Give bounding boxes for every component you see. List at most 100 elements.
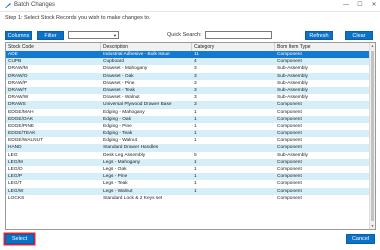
cell-stock-code: DRAW/O (8, 73, 28, 79)
chevron-down-icon: ▼ (113, 33, 117, 38)
cell-stock-code: DRAWS (8, 102, 26, 108)
table-row[interactable]: LEG Desk Leg Assembly 5 Sub-Assembly (6, 152, 371, 159)
window-title: Batch Changes (14, 2, 56, 8)
maximize-button[interactable]: ☐ (356, 1, 364, 10)
table-row[interactable]: DRAW/P Drawset - Pine 3 Sub-Assembly (6, 80, 371, 87)
table-row[interactable]: LEG/M Legs - Mahogany 1 Component (6, 158, 371, 166)
cell-stock-code: LEG/T (8, 181, 22, 187)
table-row[interactable]: EDGE/WALNUT Edging - Walnut 1 Component (6, 137, 371, 144)
cell-bom-item-type: Component (277, 167, 302, 172)
filter-button[interactable]: Filter (37, 31, 64, 40)
table-row[interactable]: CUPB Cupboard 4 Component (6, 58, 371, 66)
cell-stock-code: DRAW/M (8, 66, 28, 72)
table-row[interactable]: EDGE/TEAK Edging - Teak 1 Component (6, 130, 371, 138)
cell-category: 3 (194, 102, 197, 108)
table-row[interactable]: DRAW/O Drawset - Oak 3 Sub-Assembly (6, 72, 371, 80)
cell-description: Cupboard (103, 59, 125, 65)
scroll-up-icon[interactable]: ▲ (370, 44, 375, 48)
header-description[interactable]: Description (101, 43, 192, 51)
cancel-button[interactable]: Cancel (346, 234, 375, 244)
cell-bom-item-type: Sub-Assembly (277, 152, 308, 158)
cell-stock-code: HAND (8, 145, 22, 151)
select-button[interactable]: Select (5, 234, 34, 244)
minimize-button[interactable]: — (342, 1, 350, 10)
cell-bom-item-type: Component (277, 159, 302, 165)
stock-grid[interactable]: Stock Code Description Category Bom Item… (5, 42, 376, 230)
table-row[interactable]: LEG/W Legs - Walnut 1 Component (6, 187, 371, 195)
cell-description: Universal Plywood Drawer Base (103, 102, 172, 108)
table-row[interactable]: DRAW/M Drawset - Mahogany 3 Sub-Assembly (6, 65, 371, 72)
scroll-down-icon[interactable]: ▼ (370, 224, 375, 228)
table-row[interactable]: DRAWS Universal Plywood Drawer Base 3 Compo… (6, 101, 371, 109)
table-row[interactable]: LEG/O Legs - Oak 1 Component (6, 166, 371, 173)
filter-dropdown[interactable]: ▼ (68, 31, 119, 39)
cell-category: 1 (194, 116, 197, 122)
cell-description: Edging - Pine (103, 123, 132, 129)
cell-description: Drawset - Walnut (103, 95, 140, 101)
cell-category: 1 (194, 181, 197, 187)
cell-bom-item-type: Component (277, 123, 302, 129)
cell-bom-item-type: Component (277, 145, 302, 151)
columns-button[interactable]: Columns (5, 31, 32, 40)
header-stock-code[interactable]: Stock Code (6, 43, 101, 51)
table-row[interactable]: LEG/T Legs - Teak 1 Component (6, 180, 371, 187)
window-controls: — ☐ ✕ (342, 1, 378, 10)
vertical-scrollbar[interactable]: ▲ ▼ (369, 43, 375, 229)
cell-category: 1 (194, 138, 197, 144)
cell-description: Edging - Mahogany (103, 109, 145, 115)
quick-search-input[interactable] (205, 31, 272, 39)
cell-stock-code: LEG (8, 152, 18, 158)
table-row[interactable]: EDGE/MAH Edging - Mahogany 1 Component (6, 109, 371, 116)
cell-description: Standard Lock & 2 Keys set (103, 195, 163, 201)
cell-category: 3 (194, 87, 197, 93)
cell-bom-item-type: Component (277, 116, 302, 122)
cell-stock-code: CUPB (8, 59, 22, 65)
cell-category: 3 (194, 66, 197, 72)
cell-category: 5 (194, 152, 197, 158)
cell-stock-code: EDGE/MAH (8, 109, 34, 115)
cell-description: Legs - Walnut (103, 188, 133, 194)
cell-stock-code: DRAW/T (8, 87, 27, 93)
cell-bom-item-type: Component (277, 188, 302, 194)
table-row[interactable]: HAND Standard Drawer Handles Component (6, 144, 371, 152)
scrollbar-thumb[interactable] (371, 51, 374, 221)
cell-stock-code: LOCKS (8, 195, 25, 201)
table-row[interactable]: DRAW/T Drawset - Teak 3 Sub-Assembly (6, 86, 371, 95)
cell-bom-item-type: Sub-Assembly (277, 73, 308, 79)
cell-stock-code: EDGE/TEAK (8, 131, 36, 137)
cell-bom-item-type: Component (277, 52, 302, 57)
cell-bom-item-type: Component (277, 131, 302, 137)
cell-category: 3 (194, 95, 197, 101)
cell-bom-item-type: Component (277, 109, 302, 115)
cell-stock-code: LEG/O (8, 167, 23, 172)
cell-stock-code: ADE (8, 52, 18, 57)
cell-bom-item-type: Sub-Assembly (277, 95, 308, 101)
header-bom-item-type[interactable]: Bom Item Type (275, 43, 371, 51)
cell-description: Edging - Teak (103, 131, 133, 137)
cell-bom-item-type: Sub-Assembly (277, 80, 308, 86)
table-row[interactable]: EDGE/PINE Edging - Pine 1 Component (6, 123, 371, 130)
refresh-button[interactable]: Refresh (305, 31, 333, 40)
cell-stock-code: DRAW/W (8, 95, 29, 101)
cell-description: Legs - Teak (103, 181, 128, 187)
cell-category: 1 (194, 188, 197, 194)
cell-bom-item-type: Component (277, 181, 302, 187)
table-row[interactable]: ADE Industrial Adhesive - Bulk Issue 11 Com… (6, 51, 371, 59)
table-row[interactable]: LEG/P Legs - Pine 1 Component (6, 173, 371, 181)
table-row[interactable]: LOCKS Standard Lock & 2 Keys set Component (6, 195, 371, 202)
header-category[interactable]: Category (192, 43, 275, 51)
cell-bom-item-type: Component (277, 174, 302, 180)
cell-description: Drawset - Pine (103, 80, 135, 86)
cell-category: 1 (194, 174, 197, 180)
grid-rows: ADE Industrial Adhesive - Bulk Issue 11 Com… (6, 51, 371, 202)
close-button[interactable]: ✕ (370, 1, 378, 10)
cell-category: 1 (194, 109, 197, 115)
table-row[interactable]: DRAW/W Drawset - Walnut 3 Sub-Assembly (6, 94, 371, 101)
cell-bom-item-type: Sub-Assembly (277, 66, 308, 72)
table-row[interactable]: EDGE/OAK Edging - Oak 1 Component (6, 115, 371, 123)
cell-bom-item-type: Component (277, 102, 302, 108)
cell-category: 3 (194, 80, 197, 86)
step-instruction: Step 1: Select Stock Records you wish to… (5, 15, 151, 21)
cell-description: Drawset - Mahogany (103, 66, 148, 72)
clear-button[interactable]: Clear (345, 31, 373, 40)
